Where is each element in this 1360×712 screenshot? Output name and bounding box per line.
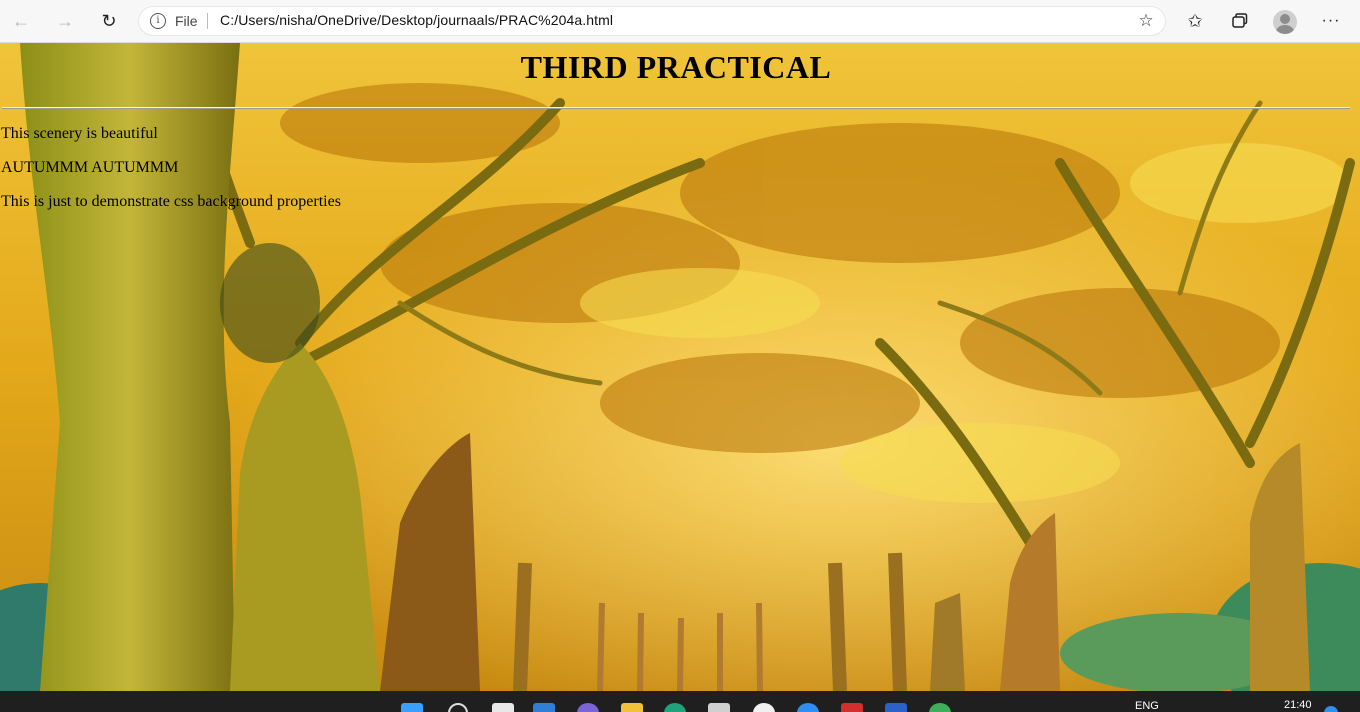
info-icon[interactable]: i	[150, 13, 166, 29]
page-viewport: THIRD PRACTICAL This scenery is beautifu…	[0, 43, 1360, 691]
browser-globe-icon[interactable]	[929, 703, 951, 712]
store-icon[interactable]	[708, 703, 730, 712]
add-favorite-icon[interactable]: ☆	[1136, 11, 1156, 31]
favorites-icon[interactable]: ✩	[1182, 8, 1208, 34]
forward-arrow-icon[interactable]: →	[52, 8, 78, 34]
notification-icon[interactable]	[1324, 706, 1338, 712]
language-indicator[interactable]: ENG	[1135, 700, 1159, 712]
widgets-icon[interactable]	[533, 703, 555, 712]
browser-toolbar: ← → ↻ i File C:/Users/nisha/OneDrive/Des…	[0, 0, 1360, 43]
page-content: THIRD PRACTICAL This scenery is beautifu…	[0, 43, 1360, 691]
mail-icon[interactable]	[841, 703, 863, 712]
app-icon[interactable]	[797, 703, 819, 712]
collections-icon[interactable]	[1226, 8, 1252, 34]
page-heading: THIRD PRACTICAL	[520, 49, 832, 85]
address-bar[interactable]: i File C:/Users/nisha/OneDrive/Desktop/j…	[138, 6, 1166, 36]
clock-time[interactable]: 21:40	[1284, 699, 1312, 711]
taskbar: ENG 21:40	[0, 691, 1360, 712]
edge-icon[interactable]	[664, 703, 686, 712]
word-icon[interactable]	[885, 703, 907, 712]
task-view-icon[interactable]	[492, 703, 514, 712]
start-icon[interactable]	[401, 703, 423, 712]
teams-chat-icon[interactable]	[577, 703, 599, 712]
search-icon[interactable]	[448, 703, 468, 712]
paragraph-line: This is just to demonstrate css backgrou…	[1, 193, 341, 210]
back-arrow-icon[interactable]: ←	[8, 8, 34, 34]
refresh-icon[interactable]: ↻	[96, 8, 122, 34]
chrome-icon[interactable]	[753, 703, 775, 712]
url-text[interactable]: C:/Users/nisha/OneDrive/Desktop/journaal…	[220, 12, 613, 28]
address-separator	[207, 13, 208, 29]
paragraph-line: AUTUMMM AUTUMMM	[1, 159, 179, 176]
file-explorer-icon[interactable]	[621, 703, 643, 712]
paragraph-line: This scenery is beautiful	[1, 125, 158, 142]
horizontal-rule	[2, 107, 1350, 109]
profile-avatar[interactable]	[1273, 10, 1297, 34]
scheme-label: File	[175, 13, 198, 29]
more-menu-icon[interactable]: ···	[1318, 8, 1344, 34]
